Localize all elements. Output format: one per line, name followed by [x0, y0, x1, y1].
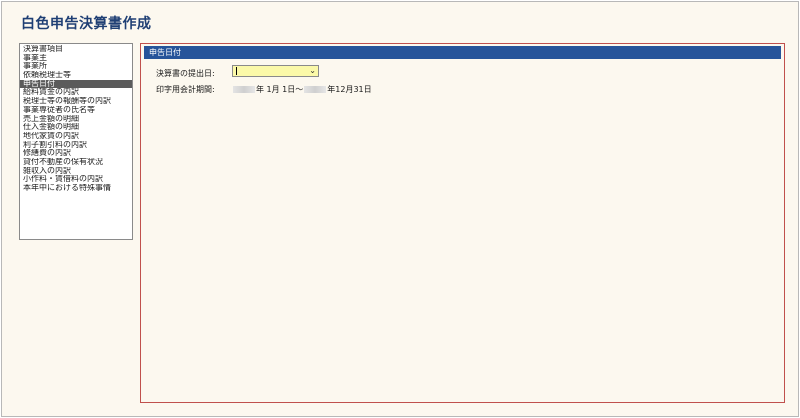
- period-start: 年 1月 1日～: [256, 85, 304, 94]
- submit-date-label: 決算書の提出日:: [156, 69, 215, 78]
- sidebar-item[interactable]: 給料賃金の内訳: [20, 88, 132, 97]
- sidebar-item[interactable]: 雑収入の内訳: [20, 167, 132, 176]
- sidebar-item[interactable]: 貸付不動産の保有状況: [20, 158, 132, 167]
- sidebar-item[interactable]: 決算書項目: [20, 45, 132, 54]
- sidebar-item[interactable]: 税理士等の報酬等の内訳: [20, 97, 132, 106]
- sidebar-item[interactable]: 本年中における特殊事情: [20, 184, 132, 193]
- sidebar-list[interactable]: 決算書項目 事業主 事業所 依頼税理士等 申告日付 給料賃金の内訳 税理士等の報酬等の内訳事…: [19, 43, 133, 240]
- panel-header: 申告日付: [144, 46, 781, 59]
- sidebar-item[interactable]: 売上金額の明細: [20, 115, 132, 124]
- text-caret: [236, 67, 237, 75]
- period-label: 印字用会計期間:: [156, 85, 215, 94]
- sidebar-item[interactable]: 小作料・賃借料の内訳: [20, 175, 132, 184]
- sidebar-item[interactable]: 修繕費の内訳: [20, 149, 132, 158]
- sidebar-item[interactable]: 事業主: [20, 54, 132, 63]
- page-title: 白色申告決算書作成: [21, 16, 152, 32]
- sidebar-item[interactable]: 事業所: [20, 62, 132, 71]
- period-value: 年 1月 1日～ 年12月31日: [232, 84, 372, 95]
- sidebar-item[interactable]: 地代家賃の内訳: [20, 132, 132, 141]
- sidebar-item[interactable]: 申告日付: [20, 79, 132, 89]
- sidebar-item[interactable]: 利子割引料の内訳: [20, 141, 132, 150]
- chevron-down-icon[interactable]: ⌄: [309, 66, 316, 76]
- sidebar-item[interactable]: 依頼税理士等: [20, 71, 132, 80]
- redacted-year-end: [304, 86, 327, 93]
- redacted-year-start: [233, 86, 255, 93]
- sidebar-item[interactable]: 事業専従者の氏名等: [20, 106, 132, 115]
- submit-date-combobox[interactable]: ⌄: [232, 65, 319, 77]
- form-panel: 申告日付 決算書の提出日: ⌄ 印字用会計期間: 年 1月 1日～ 年12月31日: [140, 43, 785, 403]
- app-window: 白色申告決算書作成 決算書項目 事業主 事業所 依頼税理士等 申告日付 給料賃金の内訳 税理…: [1, 1, 799, 417]
- sidebar-item[interactable]: 仕入金額の明細: [20, 123, 132, 132]
- period-end: 年12月31日: [327, 85, 372, 94]
